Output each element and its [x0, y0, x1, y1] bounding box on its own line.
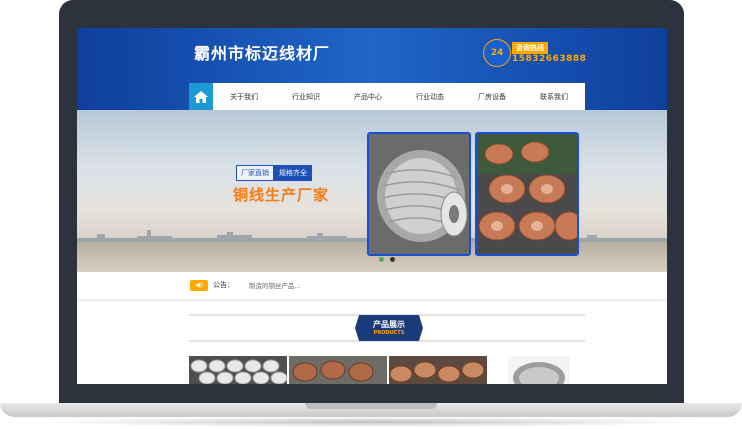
banner-tags: 厂家直销 规格齐全: [236, 165, 312, 181]
main-nav: 关于我们 行业知识 产品中心 行业动态 厂房设备 联系我们: [189, 83, 585, 110]
laptop-notch: [305, 403, 437, 409]
slider-dot-2[interactable]: [390, 257, 395, 262]
site-header: 霸州市标迈线材厂 24 咨询热线 15832663888 关于我们 行业知识 产…: [77, 28, 667, 110]
wire-spool-image: [369, 134, 469, 254]
section-divider: [77, 299, 667, 302]
product-thumb-4[interactable]: [508, 356, 570, 384]
banner-photo-copper-coils: [475, 132, 579, 256]
nav-home-button[interactable]: [189, 83, 213, 110]
hotline-badge: 24: [483, 39, 511, 67]
notice-text[interactable]: 制造的铜丝产品...: [249, 280, 301, 290]
home-icon: [194, 90, 208, 103]
banner-tag-direct: 厂家直销: [236, 165, 274, 181]
product-image-steel-spool: [508, 356, 570, 384]
nav-item-equipment[interactable]: 厂房设备: [461, 92, 523, 102]
nav-item-contact[interactable]: 联系我们: [523, 92, 585, 102]
nav-item-news[interactable]: 行业动态: [399, 92, 461, 102]
laptop-screen: 霸州市标迈线材厂 24 咨询热线 15832663888 关于我们 行业知识 产…: [77, 28, 667, 384]
products-title-en: PRODUCTS: [373, 330, 405, 336]
product-image-copper-reels: [289, 356, 387, 384]
products-title-cn: 产品展示: [373, 320, 405, 329]
product-image-copper-coils: [389, 356, 487, 384]
products-section-title: 产品展示 PRODUCTS: [355, 315, 423, 341]
hero-banner[interactable]: 厂家直销 规格齐全 铜线生产厂家: [77, 110, 667, 272]
hotline-block: 24 咨询热线 15832663888: [483, 39, 586, 67]
product-thumb-3[interactable]: [389, 356, 487, 384]
laptop-shadow: [40, 417, 702, 427]
speaker-icon: ◀): [190, 280, 208, 291]
product-image-white-spools: [189, 356, 287, 384]
notice-label: 公告：: [213, 281, 234, 289]
banner-slogan: 铜线生产厂家: [233, 186, 330, 204]
banner-tag-spec: 规格齐全: [274, 165, 312, 181]
product-thumb-1[interactable]: [189, 356, 287, 384]
nav-item-about[interactable]: 关于我们: [213, 92, 275, 102]
slider-dots: [379, 257, 395, 262]
copper-coils-image: [477, 134, 577, 254]
slider-dot-1[interactable]: [379, 257, 384, 262]
hotline-number[interactable]: 15832663888: [512, 54, 586, 64]
product-thumb-2[interactable]: [289, 356, 387, 384]
site-title[interactable]: 霸州市标迈线材厂: [194, 40, 330, 64]
notice-bar: ◀) 公告： 制造的铜丝产品...: [77, 272, 667, 300]
banner-photo-wire-spool: [367, 132, 471, 256]
nav-item-knowledge[interactable]: 行业知识: [275, 92, 337, 102]
hotline-label: 咨询热线: [512, 42, 548, 54]
nav-item-products[interactable]: 产品中心: [337, 92, 399, 102]
